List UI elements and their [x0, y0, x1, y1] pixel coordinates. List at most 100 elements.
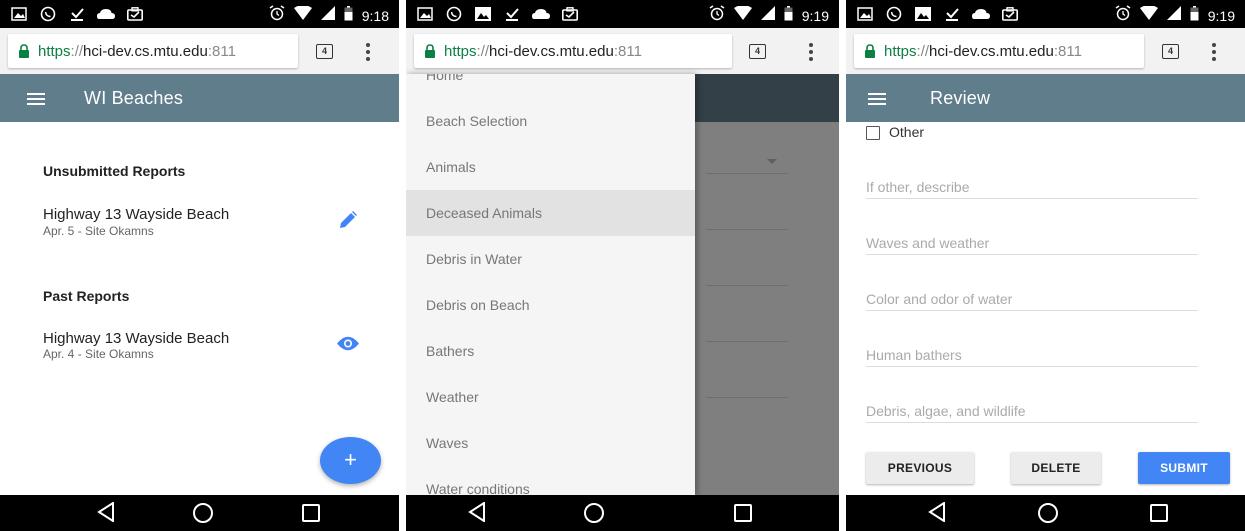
whatsapp-icon	[885, 5, 903, 23]
system-icons: 9:19	[1115, 5, 1235, 26]
field-underline	[866, 310, 1198, 311]
drawer-item-deceased-animals[interactable]: Deceased Animals	[406, 190, 695, 236]
url-host: hci-dev.cs.mtu.edu	[929, 43, 1054, 60]
browser-toolbar: https://hci-dev.cs.mtu.edu:811 4	[846, 28, 1245, 74]
screen-home: 9:18 https://hci-dev.cs.mtu.edu:811 4 WI…	[0, 0, 399, 531]
briefcase-icon	[561, 5, 579, 23]
alarm-icon	[709, 5, 725, 26]
status-bar: 9:18	[0, 0, 399, 28]
overflow-menu-icon[interactable]	[366, 43, 370, 61]
battery-icon	[344, 5, 353, 26]
tab-switcher-button[interactable]: 4	[316, 44, 333, 59]
tab-switcher-button[interactable]: 4	[1162, 44, 1179, 59]
home-icon[interactable]	[1038, 503, 1058, 523]
screenshot-root: 9:18 https://hci-dev.cs.mtu.edu:811 4 WI…	[0, 0, 1245, 531]
recents-icon[interactable]	[734, 504, 752, 522]
drawer-item-weather[interactable]: Weather	[406, 374, 695, 420]
download-icon	[943, 5, 961, 23]
water-color-odor-field[interactable]: Color and odor of water	[866, 291, 1012, 307]
dimmed-field-line	[706, 173, 788, 174]
nav-bar	[0, 495, 399, 531]
hamburger-menu-icon[interactable]	[27, 93, 45, 105]
browser-toolbar: https://hci-dev.cs.mtu.edu:811 4	[0, 28, 399, 74]
url-bar[interactable]: https://hci-dev.cs.mtu.edu:811	[8, 34, 298, 68]
report-subtitle: Apr. 4 - Site Okamns	[43, 347, 154, 361]
wifi-icon	[733, 5, 752, 25]
waves-weather-field[interactable]: Waves and weather	[866, 235, 989, 251]
drawer-item-beach-selection[interactable]: Beach Selection	[406, 98, 695, 144]
drawer-item-bathers[interactable]: Bathers	[406, 328, 695, 374]
lock-icon	[425, 44, 435, 58]
other-checkbox-label: Other	[889, 124, 925, 140]
signal-icon	[760, 6, 775, 25]
hamburger-menu-icon[interactable]	[868, 93, 886, 105]
status-bar: 9:19	[846, 0, 1245, 28]
briefcase-icon	[1001, 5, 1019, 23]
url-port: :811	[613, 43, 642, 60]
add-report-button[interactable]: +	[320, 437, 381, 484]
status-bar: 9:19	[406, 0, 839, 28]
cloud-icon	[97, 5, 115, 23]
tab-switcher-button[interactable]: 4	[749, 44, 766, 59]
alarm-icon	[269, 5, 285, 26]
report-subtitle: Apr. 5 - Site Okamns	[43, 224, 154, 238]
drawer-item-water-conditions[interactable]: Water conditions	[406, 466, 695, 495]
dimmed-field-line	[706, 285, 788, 286]
app-title: WI Beaches	[84, 88, 184, 108]
url-scheme: https	[884, 43, 917, 60]
notification-icons	[10, 5, 144, 23]
back-icon[interactable]	[928, 502, 946, 522]
battery-icon	[1190, 5, 1199, 26]
eye-icon[interactable]	[337, 336, 359, 351]
signal-icon	[320, 6, 335, 25]
pencil-icon[interactable]	[339, 211, 357, 229]
url-bar[interactable]: https://hci-dev.cs.mtu.edu:811	[414, 34, 732, 68]
system-icons: 9:18	[269, 5, 389, 26]
drawer-item-animals[interactable]: Animals	[406, 144, 695, 190]
dimmed-field-line	[706, 341, 788, 342]
debris-algae-wildlife-field[interactable]: Debris, algae, and wildlife	[866, 403, 1026, 419]
url-separator: ://	[916, 43, 930, 60]
image-icon	[416, 5, 434, 23]
recents-icon[interactable]	[302, 504, 320, 522]
delete-button[interactable]: DELETE	[1011, 452, 1101, 484]
url-bar[interactable]: https://hci-dev.cs.mtu.edu:811	[854, 34, 1144, 68]
section-title-unsubmitted: Unsubmitted Reports	[43, 163, 186, 179]
app-bar: WI Beaches	[0, 74, 399, 122]
report-title: Highway 13 Wayside Beach	[43, 330, 230, 347]
other-description-field[interactable]: If other, describe	[866, 179, 970, 195]
field-underline	[866, 422, 1198, 423]
overflow-menu-icon[interactable]	[1212, 43, 1216, 61]
submit-button[interactable]: SUBMIT	[1138, 452, 1230, 484]
clock: 9:18	[361, 7, 389, 24]
human-bathers-field[interactable]: Human bathers	[866, 347, 962, 363]
url-scheme: https	[444, 43, 477, 60]
drawer-item-waves[interactable]: Waves	[406, 420, 695, 466]
recents-icon[interactable]	[1150, 504, 1168, 522]
photo-icon	[474, 5, 492, 23]
home-icon[interactable]	[584, 503, 604, 523]
wifi-icon	[1139, 5, 1158, 25]
back-icon[interactable]	[97, 502, 115, 522]
other-checkbox[interactable]	[866, 126, 880, 140]
drawer-item-debris-in-water[interactable]: Debris in Water	[406, 236, 695, 282]
home-icon[interactable]	[193, 503, 213, 523]
dimmed-field-line	[706, 397, 788, 398]
system-icons: 9:19	[709, 5, 829, 26]
whatsapp-icon	[445, 5, 463, 23]
field-underline	[866, 254, 1198, 255]
drawer-item-home[interactable]: Home	[406, 74, 695, 98]
lock-icon	[19, 44, 29, 58]
nav-bar	[846, 495, 1245, 531]
app-bar: Review	[846, 74, 1245, 122]
section-title-past: Past Reports	[43, 288, 130, 304]
screen-review: 9:19 https://hci-dev.cs.mtu.edu:811 4 Re…	[846, 0, 1245, 531]
url-separator: ://	[476, 43, 490, 60]
drawer-item-debris-on-beach[interactable]: Debris on Beach	[406, 282, 695, 328]
divider	[399, 0, 406, 531]
overflow-menu-icon[interactable]	[809, 43, 813, 61]
previous-button[interactable]: PREVIOUS	[866, 452, 974, 484]
download-icon	[503, 5, 521, 23]
wifi-icon	[293, 5, 312, 25]
back-icon[interactable]	[468, 502, 486, 522]
